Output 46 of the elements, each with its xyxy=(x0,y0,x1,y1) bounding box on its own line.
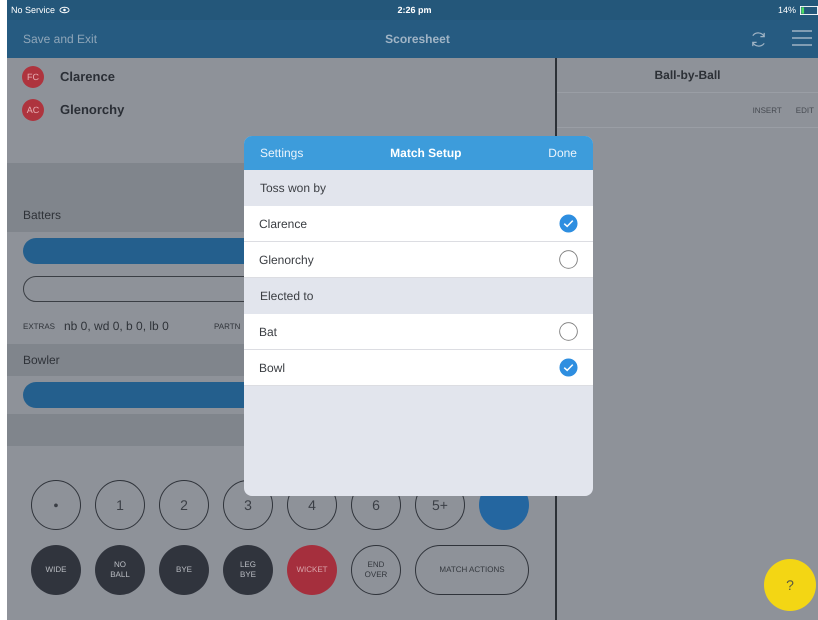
run-button[interactable]: 1 xyxy=(95,480,145,530)
carrier-text: No Service xyxy=(11,5,56,15)
team-name: Glenorchy xyxy=(60,102,124,117)
team-avatar: AC xyxy=(22,98,44,120)
extras-label: EXTRAS xyxy=(23,322,56,330)
menu-icon[interactable] xyxy=(792,30,812,46)
empty-radio-icon[interactable] xyxy=(559,322,578,341)
option-row[interactable]: Bowl xyxy=(244,350,593,386)
option-label: Glenorchy xyxy=(259,252,314,266)
partnership-label: PARTN xyxy=(214,322,240,330)
action-button[interactable]: WICKET xyxy=(287,545,337,595)
action-button[interactable]: LEG BYE xyxy=(223,545,273,595)
nav-title: Scoresheet xyxy=(385,32,450,46)
clock-text: 2:26 pm xyxy=(397,5,432,15)
section-heading: Elected to xyxy=(260,289,314,303)
section-heading: Toss won by xyxy=(260,181,326,195)
battery-icon xyxy=(800,6,818,14)
action-button[interactable]: WIDE xyxy=(31,545,81,595)
option-row[interactable]: Glenorchy xyxy=(244,242,593,278)
batters-heading: Batters xyxy=(23,208,62,222)
checked-radio-icon[interactable] xyxy=(559,358,578,377)
settings-button[interactable]: Settings xyxy=(260,146,304,160)
panel-action-link[interactable]: INSERT xyxy=(752,106,782,114)
extras-value: nb 0, wd 0, b 0, lb 0 xyxy=(64,319,170,333)
run-button[interactable]: 2 xyxy=(159,480,209,530)
checked-radio-icon[interactable] xyxy=(559,214,578,233)
team-avatar: FC xyxy=(22,66,44,88)
team-name: Clarence xyxy=(60,69,115,84)
save-and-exit-button[interactable]: Save and Exit xyxy=(23,32,223,46)
option-row[interactable]: Bat xyxy=(244,314,593,350)
action-button[interactable]: END OVER xyxy=(351,545,401,595)
action-button[interactable]: BYE xyxy=(159,545,209,595)
action-button[interactable]: MATCH ACTIONS xyxy=(415,545,529,595)
option-label: Bowl xyxy=(259,360,286,374)
empty-radio-icon[interactable] xyxy=(559,250,578,269)
battery-text: 14% xyxy=(778,5,796,15)
option-label: Clarence xyxy=(259,216,308,230)
dialog-title: Match Setup xyxy=(390,146,462,160)
panel-action-link[interactable]: EDIT xyxy=(796,106,814,114)
action-button[interactable]: NO BALL xyxy=(95,545,145,595)
option-row[interactable]: Clarence xyxy=(244,206,593,242)
done-button[interactable]: Done xyxy=(548,146,577,160)
panel-title: Ball-by-Ball xyxy=(654,68,720,82)
bowler-heading: Bowler xyxy=(23,353,60,367)
run-button[interactable]: • xyxy=(31,480,81,530)
option-label: Bat xyxy=(259,324,278,338)
